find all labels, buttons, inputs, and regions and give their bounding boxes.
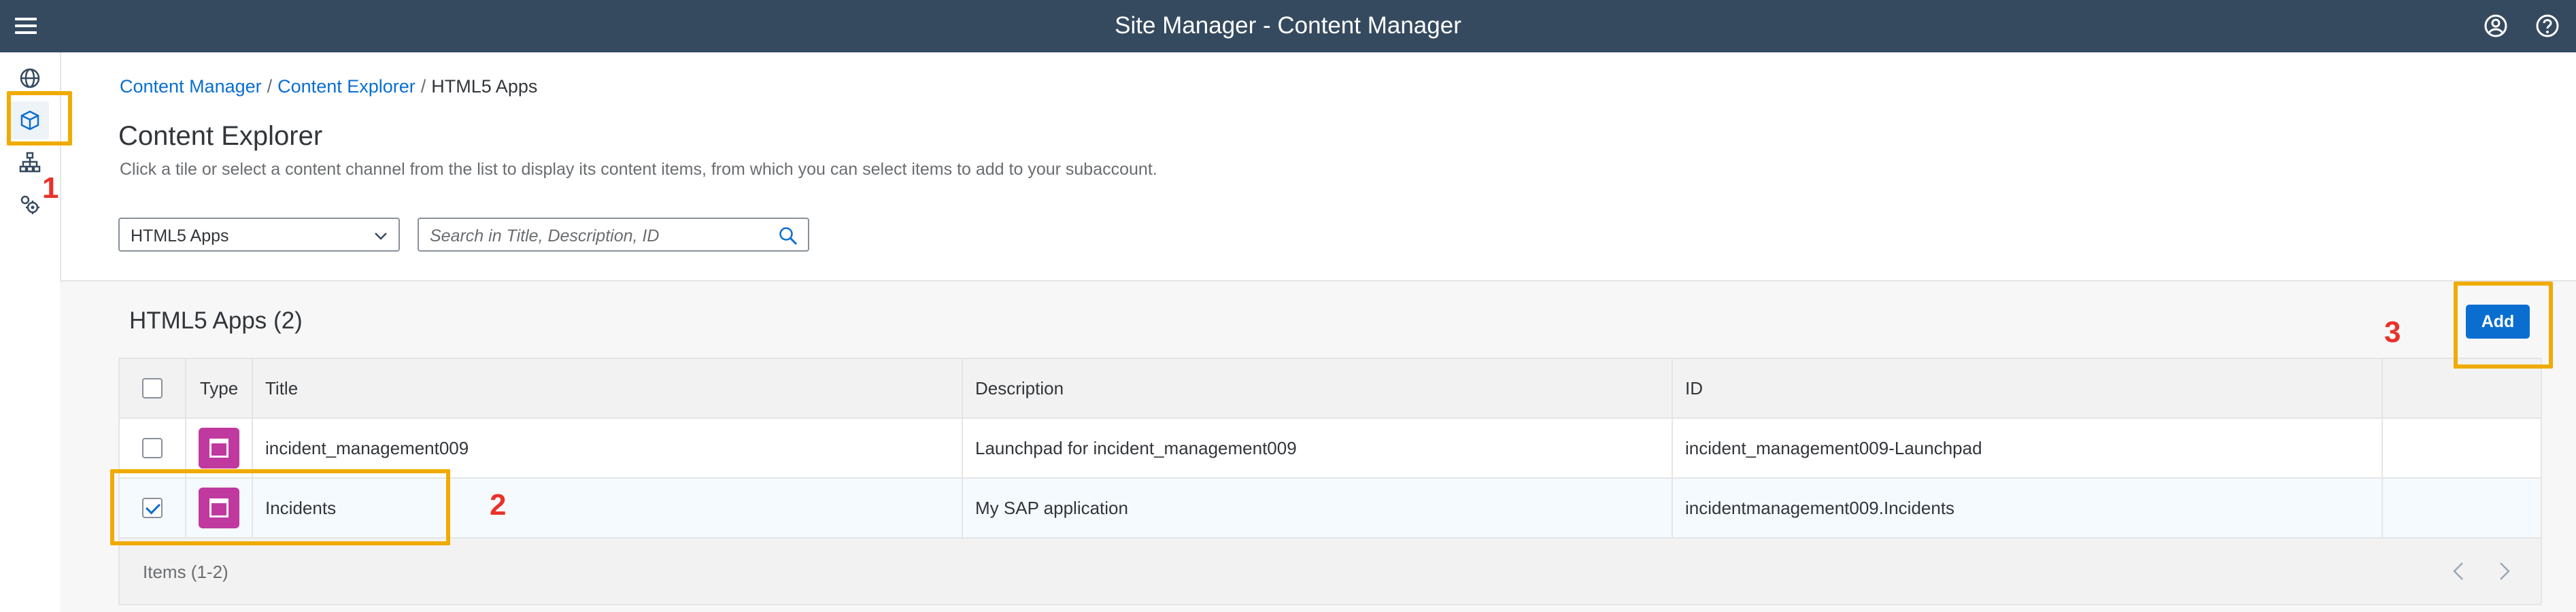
highlight-add-button [2454, 282, 2553, 369]
highlight-nav-content-manager [7, 91, 72, 146]
section-title: HTML5 Apps (2) [129, 307, 303, 334]
row-id: incident_management009-Launchpad [1673, 419, 2383, 477]
column-header-id[interactable]: ID [1673, 359, 2383, 418]
header-select-all-cell [120, 359, 186, 418]
globe-icon [20, 68, 40, 88]
row-extra-cell [2383, 479, 2541, 537]
results-section: HTML5 Apps (2) Add Type Title Descriptio… [60, 280, 2576, 612]
chevron-down-icon [375, 233, 387, 240]
table-row[interactable]: incident_management009 Launchpad for inc… [120, 419, 2541, 479]
hierarchy-icon [19, 152, 41, 173]
app-title: Site Manager - Content Manager [1115, 12, 1461, 39]
select-all-checkbox[interactable] [142, 378, 163, 398]
breadcrumb-link-content-explorer[interactable]: Content Explorer [277, 76, 416, 97]
step-number-3: 3 [2384, 316, 2401, 349]
row-id: incidentmanagement009.Incidents [1673, 479, 2383, 537]
highlight-selected-row [110, 469, 450, 545]
page-title: Content Explorer [118, 121, 323, 151]
breadcrumb: Content Manager / Content Explorer / HTML5 A… [120, 76, 538, 97]
chevron-left-icon[interactable] [2445, 558, 2473, 585]
row-description: Launchpad for incident_management009 [963, 419, 1673, 477]
settings-icon [20, 195, 39, 214]
app-tile-icon [199, 428, 239, 469]
search-icon[interactable] [778, 226, 798, 246]
items-count: Items (1-2) [143, 562, 228, 582]
breadcrumb-current: HTML5 Apps [431, 76, 538, 97]
content-table: Type Title Description ID incident_manag… [118, 358, 2542, 605]
column-header-description[interactable]: Description [963, 359, 1673, 418]
table-row[interactable]: Incidents My SAP application incidentman… [120, 479, 2541, 539]
channel-select-value: HTML5 Apps [131, 226, 229, 245]
table-header-row: Type Title Description ID [120, 359, 2541, 419]
search-input[interactable] [428, 224, 758, 248]
shell-bar: Site Manager - Content Manager [0, 0, 2576, 52]
table-footer: Items (1-2) [120, 539, 2541, 604]
column-header-title[interactable]: Title [253, 359, 963, 418]
page-description: Click a tile or select a content channel… [120, 160, 1157, 179]
row-description: My SAP application [963, 479, 1673, 537]
channel-select[interactable]: HTML5 Apps [118, 218, 400, 252]
chevron-right-icon[interactable] [2490, 558, 2518, 585]
row-extra-cell [2383, 419, 2541, 477]
column-header-type[interactable]: Type [186, 359, 253, 418]
step-number-1: 1 [42, 171, 59, 205]
breadcrumb-link-content-manager[interactable]: Content Manager [120, 76, 262, 97]
search-field [418, 218, 809, 252]
user-icon[interactable] [2481, 11, 2511, 41]
step-number-2: 2 [490, 488, 507, 522]
row-checkbox[interactable] [142, 438, 163, 458]
help-icon[interactable] [2532, 11, 2562, 41]
